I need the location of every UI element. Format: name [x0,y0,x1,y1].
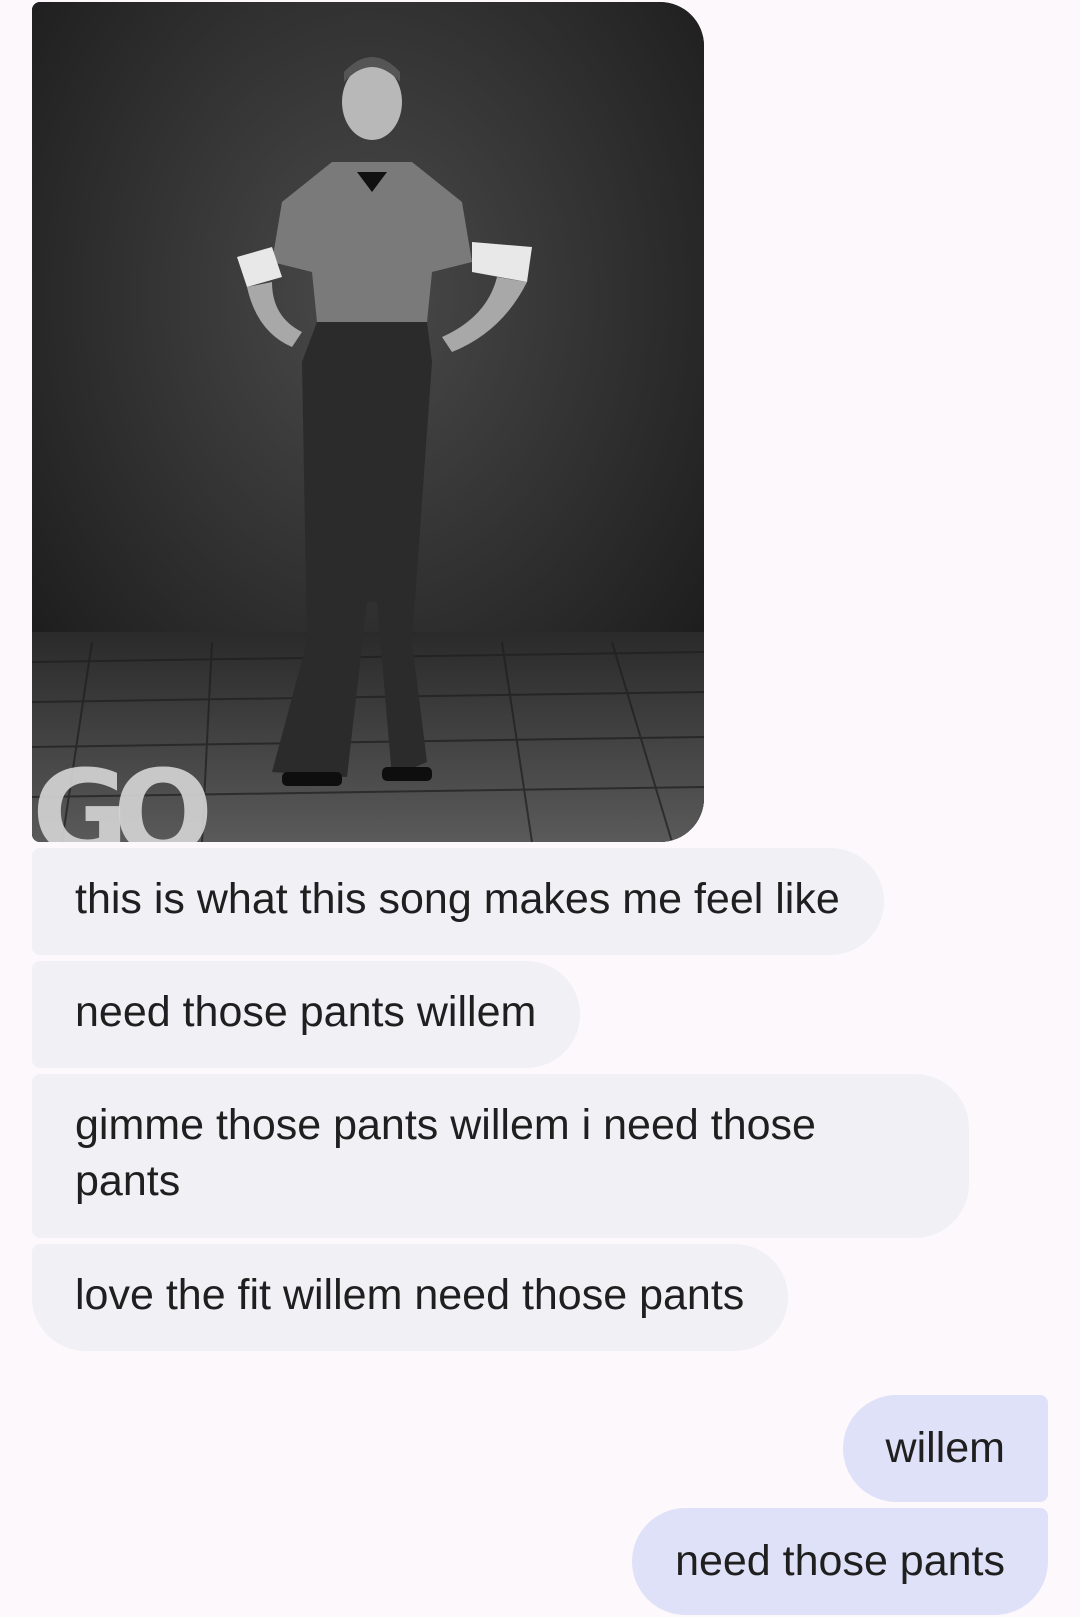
outgoing-message-bubble[interactable]: need those pants [632,1508,1048,1615]
message-text: gimme those pants willem i need those pa… [75,1101,816,1205]
message-thread: GQ this is what this song makes me feel … [0,0,1080,1617]
gq-logo: GQ [32,744,213,842]
incoming-message-bubble[interactable]: need those pants willem [32,961,581,1068]
outgoing-message-bubble[interactable]: willem [842,1395,1048,1502]
message-text: need those pants willem [75,988,537,1036]
photo-message[interactable]: GQ [32,2,704,842]
incoming-message-bubble[interactable]: love the fit willem need those pants [32,1244,789,1351]
incoming-message-bubble[interactable]: this is what this song makes me feel lik… [32,848,884,955]
incoming-message-bubble[interactable]: gimme those pants willem i need those pa… [32,1074,969,1238]
message-text: this is what this song makes me feel lik… [75,875,840,923]
message-text: willem [885,1424,1005,1472]
photo-image [32,2,704,842]
message-text: love the fit willem need those pants [75,1271,745,1319]
message-text: need those pants [675,1537,1005,1585]
